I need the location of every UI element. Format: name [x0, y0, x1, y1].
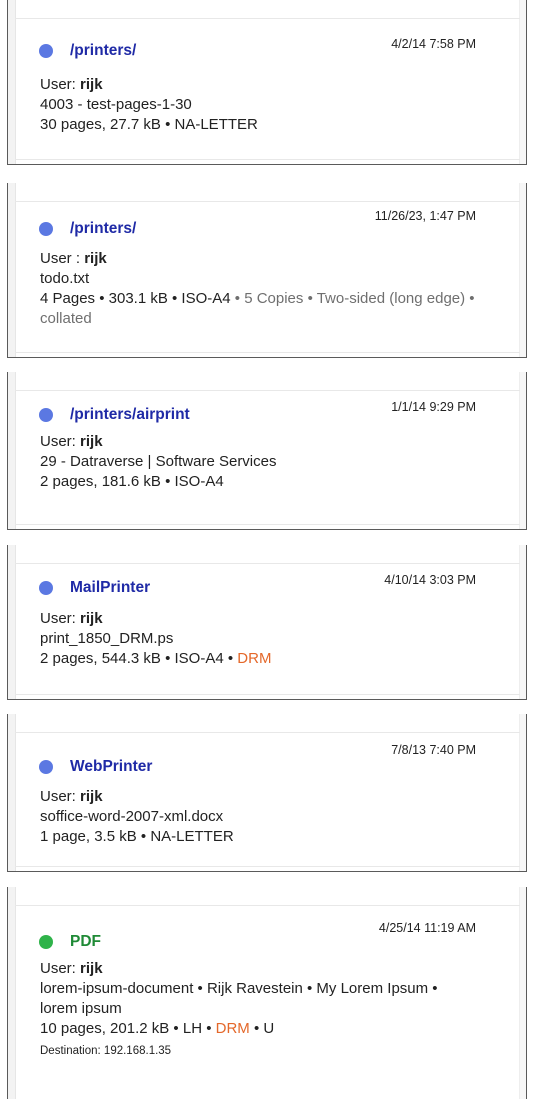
printer-name[interactable]: /printers/: [70, 220, 136, 238]
job-document: 29 - Datraverse | Software Services: [40, 453, 277, 470]
job-user: User: rijk: [40, 76, 103, 93]
printer-name[interactable]: /printers/airprint: [70, 406, 190, 424]
print-job-card[interactable]: 1/1/14 9:29 PM /printers/airprint User: …: [7, 372, 527, 530]
job-details: 2 pages, 181.6 kB • ISO-A4: [40, 473, 224, 490]
job-timestamp: 4/25/14 11:19 AM: [378, 921, 476, 935]
printer-status-dot: [39, 760, 53, 774]
job-user: User: rijk: [40, 433, 103, 450]
drm-badge: DRM: [215, 1020, 250, 1037]
printer-name[interactable]: WebPrinter: [70, 758, 152, 776]
job-document: soffice-word-2007-xml.docx: [40, 808, 224, 825]
pdf-status-dot: [39, 935, 53, 949]
job-timestamp: 7/8/13 7:40 PM: [391, 743, 476, 757]
job-timestamp: 4/10/14 3:03 PM: [384, 573, 476, 587]
job-details: 4 Pages • 303.1 kB • ISO-A4 • 5 Copies •…: [40, 290, 475, 327]
drm-badge: DRM: [237, 650, 272, 667]
print-job-card[interactable]: 7/8/13 7:40 PM WebPrinter User: rijk sof…: [7, 714, 527, 872]
job-document: lorem-ipsum-document • Rijk Ravestein • …: [40, 980, 438, 1017]
job-document: print_1850_DRM.ps: [40, 630, 174, 647]
job-details: 30 pages, 27.7 kB • NA-LETTER: [40, 116, 258, 133]
print-job-card[interactable]: 11/26/23, 1:47 PM /printers/ User : rijk…: [7, 183, 527, 358]
print-job-card[interactable]: 4/10/14 3:03 PM MailPrinter User: rijk p…: [7, 545, 527, 700]
job-user: User : rijk: [40, 250, 107, 267]
job-timestamp: 4/2/14 7:58 PM: [391, 37, 476, 51]
job-user: User: rijk: [40, 960, 103, 977]
job-details: 1 page, 3.5 kB • NA-LETTER: [40, 828, 234, 845]
job-details: 10 pages, 201.2 kB • LH • DRM • U: [40, 1020, 275, 1037]
job-document: 4003 - test-pages-1-30: [40, 96, 192, 113]
job-timestamp: 11/26/23, 1:47 PM: [374, 209, 476, 223]
print-job-card[interactable]: 4/25/14 11:19 AM PDF User: rijk lorem-ip…: [7, 887, 527, 1099]
job-document: todo.txt: [40, 270, 90, 287]
printer-status-dot: [39, 581, 53, 595]
printer-name[interactable]: PDF: [70, 933, 101, 951]
printer-status-dot: [39, 408, 53, 422]
printer-name[interactable]: /printers/: [70, 42, 136, 60]
job-destination: Destination: 192.168.1.35: [40, 1045, 172, 1057]
printer-name[interactable]: MailPrinter: [70, 579, 150, 597]
job-details: 2 pages, 544.3 kB • ISO-A4 • DRM: [40, 650, 272, 667]
job-user: User: rijk: [40, 788, 103, 805]
job-timestamp: 1/1/14 9:29 PM: [391, 400, 476, 414]
job-user: User: rijk: [40, 610, 103, 627]
printer-status-dot: [39, 222, 53, 236]
printer-status-dot: [39, 44, 53, 58]
print-job-card[interactable]: 4/2/14 7:58 PM /printers/ User: rijk 400…: [7, 0, 527, 165]
